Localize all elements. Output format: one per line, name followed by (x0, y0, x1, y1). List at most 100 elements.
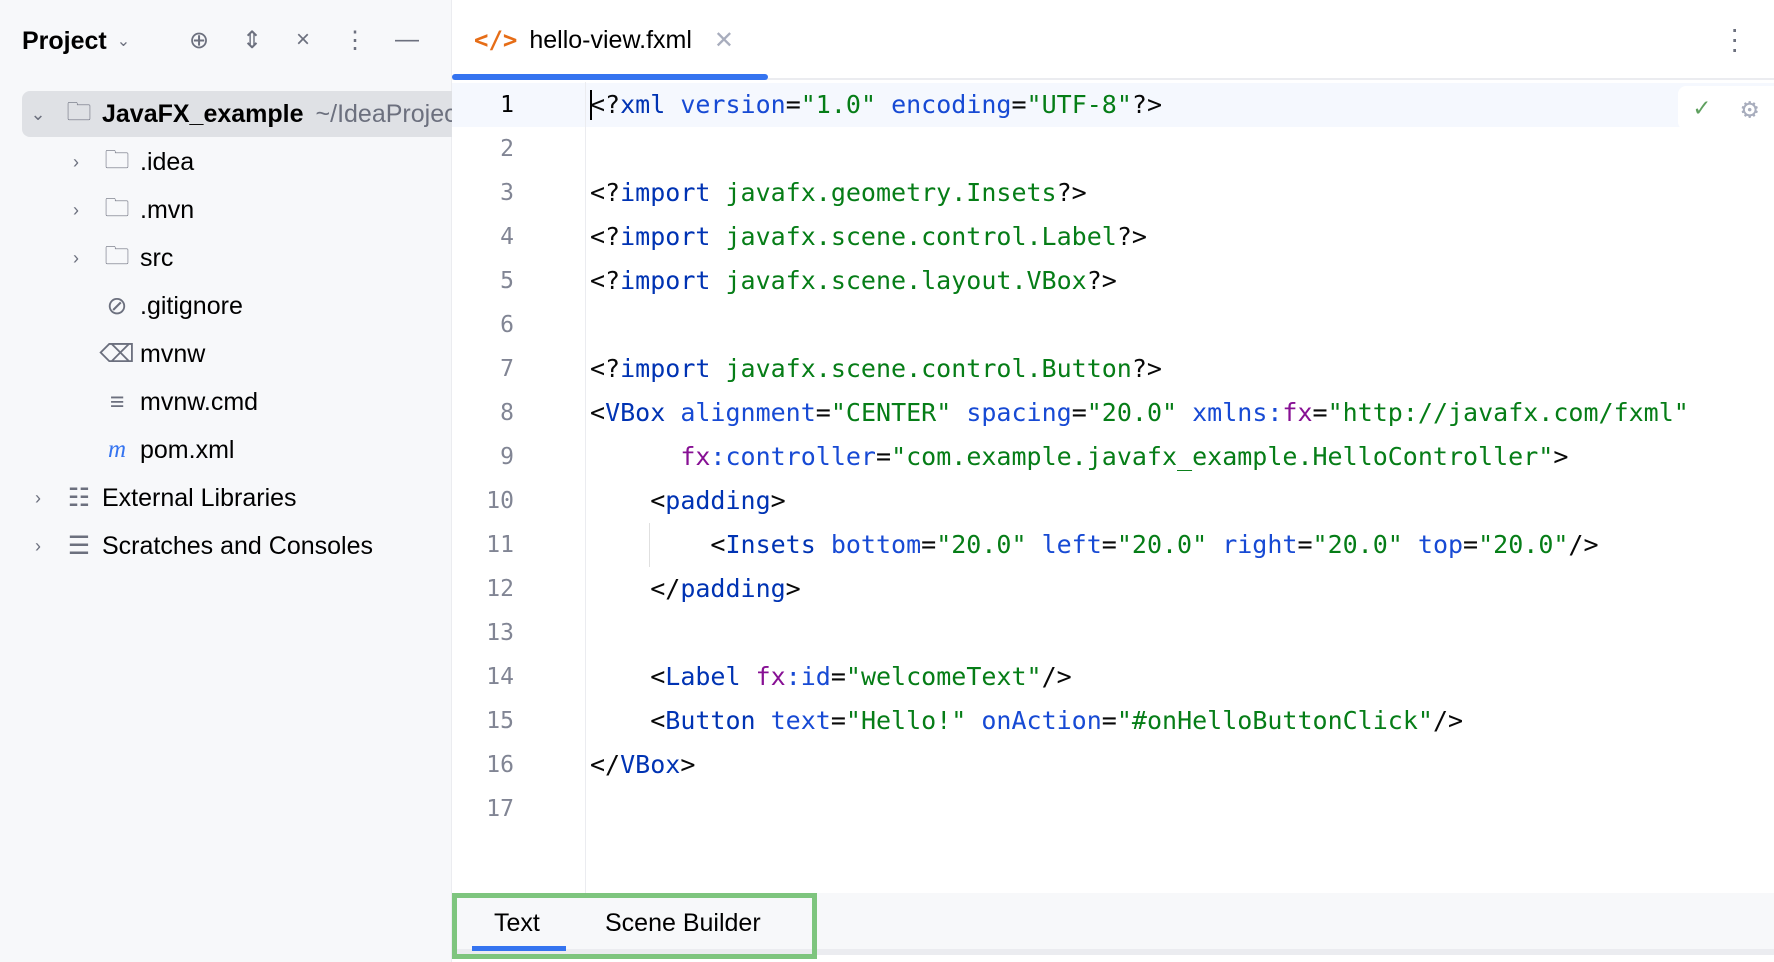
code-token: = (1011, 90, 1026, 119)
code-token: :controller (710, 442, 876, 471)
tree-item-label: mvnw.cmd (140, 388, 258, 416)
tab-hello-view-fxml[interactable]: </> hello-view.fxml ✕ (474, 18, 734, 62)
tree-item[interactable]: ›🗀.mvn (22, 187, 452, 233)
tree-item[interactable]: ›☰Scratches and Consoles (22, 523, 452, 569)
code-token: Label (665, 662, 755, 691)
chevron-right-icon[interactable]: › (28, 536, 48, 557)
text-caret (590, 90, 592, 120)
library-icon: ☷ (64, 484, 94, 512)
code-line[interactable]: <?import javafx.scene.control.Label?> (590, 215, 1147, 259)
more-options-icon[interactable]: ··· (1730, 24, 1738, 54)
tree-item[interactable]: › 🗀 .idea (22, 139, 452, 185)
project-view-selector[interactable]: Project ⌄ (22, 18, 130, 64)
chevron-down-icon[interactable]: ⌄ (28, 104, 48, 125)
tree-item-label: Scratches and Consoles (102, 532, 373, 560)
line-number: 12 (452, 567, 514, 611)
code-token: ?> (1087, 266, 1117, 295)
code-token: < (590, 706, 665, 735)
hide-panel-icon[interactable]: — (390, 22, 424, 58)
code-token: top (1418, 530, 1463, 559)
code-token: /> (1433, 706, 1463, 735)
chevron-right-icon[interactable]: › (66, 200, 86, 221)
code-line[interactable]: <?xml version="1.0" encoding="UTF-8"?> (590, 83, 1162, 127)
code-token: <? (590, 354, 620, 383)
code-token (590, 442, 680, 471)
code-token: alignment (680, 398, 815, 427)
code-token: <? (590, 178, 620, 207)
code-token: onAction (981, 706, 1101, 735)
code-line[interactable]: <padding> (590, 479, 786, 523)
code-line[interactable]: </padding> (590, 567, 801, 611)
code-token: javafx.scene.control.Label (725, 222, 1116, 251)
code-token: < (590, 530, 725, 559)
tree-item[interactable]: ⌫mvnw (22, 331, 452, 377)
close-icon[interactable]: ✕ (714, 26, 734, 55)
code-token: import (620, 266, 725, 295)
code-token: < (590, 486, 665, 515)
tab-text[interactable]: Text (494, 905, 540, 941)
chevron-down-icon: ⌄ (117, 31, 130, 51)
code-line[interactable]: <Insets bottom="20.0" left="20.0" right=… (590, 523, 1599, 567)
shell-script-icon: ⌫ (102, 340, 132, 368)
code-token: = (786, 90, 801, 119)
code-editor[interactable]: 1<?xml version="1.0" encoding="UTF-8"?>2… (452, 82, 1774, 893)
code-token: :id (786, 662, 831, 691)
code-token: < (590, 662, 665, 691)
tree-item[interactable]: ›☷External Libraries (22, 475, 452, 521)
code-line[interactable]: <VBox alignment="CENTER" spacing="20.0" … (590, 391, 1689, 435)
tree-item[interactable]: ⌄🗀JavaFX_example~/IdeaProjects (22, 91, 452, 137)
code-token: fx (756, 662, 786, 691)
xml-file-icon: </> (474, 26, 517, 54)
code-token: "http://javafx.com/fxml" (1328, 398, 1689, 427)
code-token: javafx.scene.layout.VBox (725, 266, 1086, 295)
chevron-right-icon[interactable]: › (66, 248, 86, 269)
collapse-all-icon[interactable]: × (286, 22, 320, 58)
options-icon[interactable]: ⋮ (338, 22, 372, 58)
code-token: "welcomeText" (846, 662, 1042, 691)
code-line[interactable]: <Label fx:id="welcomeText"/> (590, 655, 1072, 699)
text-file-icon: ≡ (102, 388, 132, 416)
tree-item[interactable]: ⊘.gitignore (22, 283, 452, 329)
tree-item[interactable]: mpom.xml (22, 427, 452, 473)
chevron-right-icon[interactable]: › (28, 488, 48, 509)
code-token: <? (590, 266, 620, 295)
locate-icon[interactable]: ⊕ (182, 22, 216, 58)
tree-item[interactable]: ≡ mvnw.cmd (22, 379, 452, 425)
code-token: spacing (966, 398, 1071, 427)
code-token: ?> (1132, 90, 1162, 119)
tree-item-label: .idea (140, 148, 194, 176)
code-token: > (1553, 442, 1568, 471)
code-line[interactable]: </VBox> (590, 743, 695, 787)
code-token: = (1297, 530, 1312, 559)
folder-icon: 🗀 (102, 244, 132, 272)
tab-scene-builder[interactable]: Scene Builder (605, 905, 761, 941)
code-token: bottom (831, 530, 921, 559)
code-token: "#onHelloButtonClick" (1117, 706, 1433, 735)
check-icon[interactable]: ✓ (1694, 93, 1710, 123)
module-folder-icon: 🗀 (64, 100, 94, 128)
tree-item[interactable]: ›🗀src (22, 235, 452, 281)
code-token: ?> (1057, 178, 1087, 207)
folder-icon: 🗀 (102, 196, 132, 224)
code-line[interactable]: <?import javafx.geometry.Insets?> (590, 171, 1087, 215)
code-token: encoding (891, 90, 1011, 119)
code-line[interactable]: <?import javafx.scene.layout.VBox?> (590, 259, 1117, 303)
gear-icon[interactable]: ⚙ (1741, 92, 1758, 125)
code-token: VBox (620, 750, 680, 779)
code-token: = (831, 662, 846, 691)
code-token: right (1222, 530, 1297, 559)
maven-icon: m (102, 436, 132, 464)
project-panel: Project ⌄ ⊕ ⇕ × ⋮ — ⌄🗀JavaFX_example~/Id… (0, 0, 452, 962)
folder-icon: 🗀 (102, 148, 132, 176)
expand-all-icon[interactable]: ⇕ (235, 22, 269, 58)
code-token: </ (590, 574, 680, 603)
code-token: import (620, 222, 725, 251)
code-token: xmlns: (1192, 398, 1282, 427)
chevron-right-icon[interactable]: › (66, 152, 86, 173)
code-token: padding (680, 574, 785, 603)
code-line[interactable]: <?import javafx.scene.control.Button?> (590, 347, 1162, 391)
code-token: padding (665, 486, 770, 515)
code-line[interactable]: fx:controller="com.example.javafx_exampl… (590, 435, 1568, 479)
tab-label: hello-view.fxml (529, 26, 692, 55)
code-line[interactable]: <Button text="Hello!" onAction="#onHello… (590, 699, 1463, 743)
